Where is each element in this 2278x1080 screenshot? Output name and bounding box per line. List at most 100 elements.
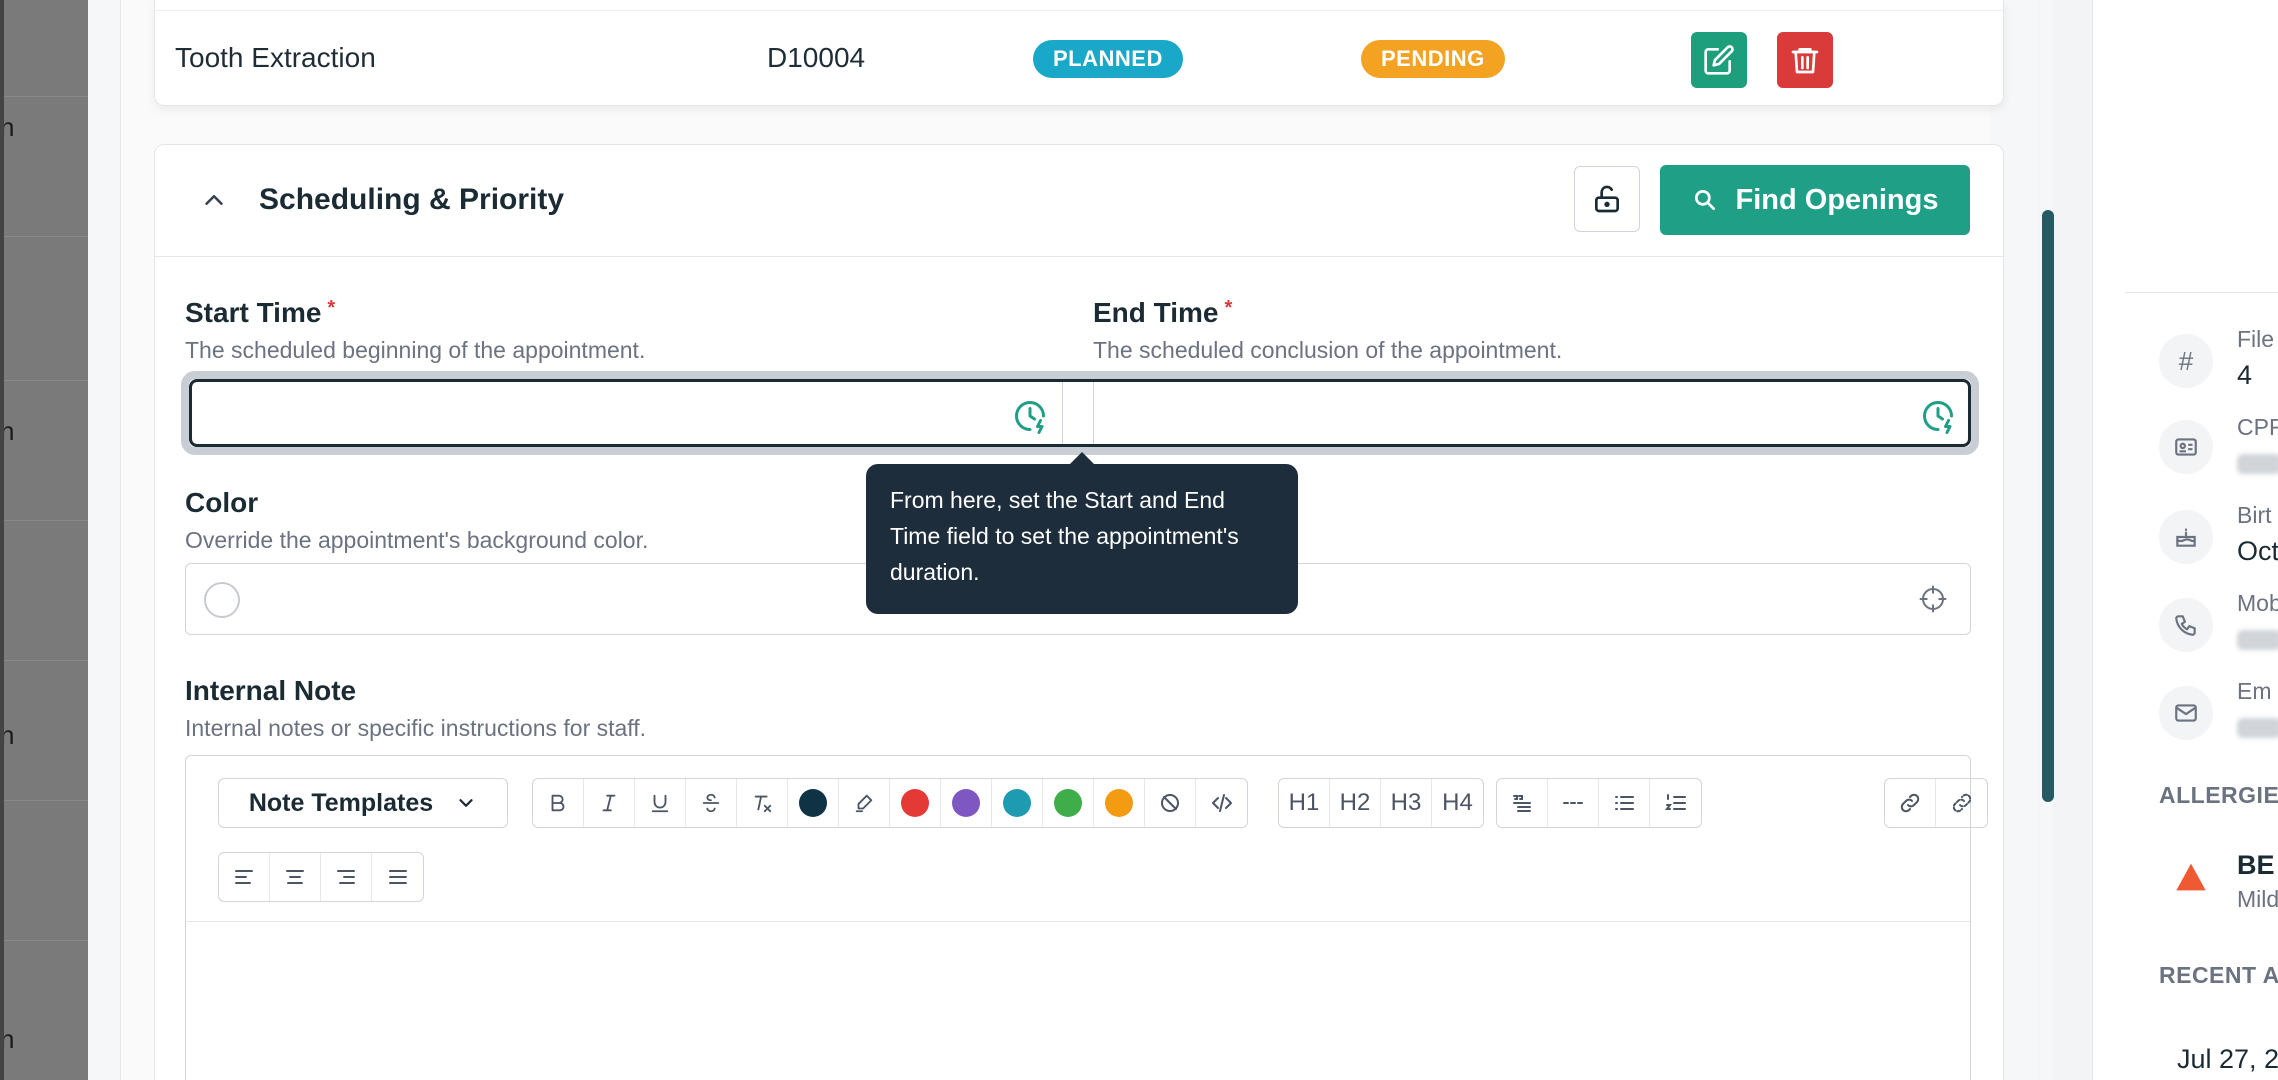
text-color-dark[interactable] xyxy=(788,779,839,827)
link-button[interactable] xyxy=(1885,779,1936,827)
window-edge xyxy=(0,0,4,1080)
phone-icon xyxy=(2159,598,2213,652)
text-color-red[interactable] xyxy=(890,779,941,827)
color-dot xyxy=(799,789,827,817)
note-templates-label: Note Templates xyxy=(248,788,434,817)
cake-icon xyxy=(2159,510,2213,564)
birthdate-value: Oct xyxy=(2237,536,2278,566)
strikethrough-icon xyxy=(702,793,720,813)
file-label: File xyxy=(2237,326,2275,352)
rich-text-editor: Note Templates H1 H2 H3 H4 xyxy=(185,755,1988,1080)
end-time-label: End Time * xyxy=(1093,297,1232,329)
panel-divider xyxy=(2125,292,2278,293)
status-badge: PLANNED xyxy=(1033,40,1183,78)
start-time-input[interactable] xyxy=(192,382,1062,444)
start-time-description: The scheduled beginning of the appointme… xyxy=(185,337,646,363)
align-center-icon xyxy=(286,870,304,884)
internal-note-label: Internal Note xyxy=(185,675,357,706)
blockquote-button[interactable] xyxy=(1497,779,1548,827)
text-color-orange[interactable] xyxy=(1094,779,1145,827)
unlink-button[interactable] xyxy=(1936,779,1987,827)
align-justify-icon xyxy=(388,870,407,884)
bullet-list-icon xyxy=(1615,796,1634,810)
cpr-label: CPR xyxy=(2237,414,2278,440)
time-separator xyxy=(1062,382,1094,444)
text-color-purple[interactable] xyxy=(941,779,992,827)
quote-icon xyxy=(1513,795,1531,812)
chevron-up-icon[interactable] xyxy=(199,185,229,215)
align-right-icon xyxy=(337,870,355,884)
lock-toggle-button[interactable] xyxy=(1574,166,1640,232)
heading-1-button[interactable]: H1 xyxy=(1279,779,1330,827)
approval-badge: PENDING xyxy=(1361,40,1505,78)
remove-color-button[interactable] xyxy=(1145,779,1196,827)
recent-appointment-date[interactable]: Jul 27, 2 xyxy=(2177,1044,2278,1075)
text-color-teal[interactable] xyxy=(992,779,1043,827)
note-templates-dropdown[interactable]: Note Templates xyxy=(218,778,508,828)
bold-button[interactable] xyxy=(533,779,584,827)
find-openings-label: Find Openings xyxy=(1735,183,1939,216)
mail-icon xyxy=(2159,686,2213,740)
internal-note-description: Internal notes or specific instructions … xyxy=(185,715,647,741)
ordered-list-icon xyxy=(1664,794,1686,810)
color-dot xyxy=(1105,789,1133,817)
align-right-button[interactable] xyxy=(321,853,372,901)
hash-icon: # xyxy=(2159,334,2213,388)
horizontal-rule-button[interactable] xyxy=(1548,779,1599,827)
end-time-input[interactable] xyxy=(1094,382,1974,444)
clear-format-button[interactable] xyxy=(737,779,788,827)
email-label: Em xyxy=(2237,678,2272,704)
guide-tooltip: From here, set the Start and End Time fi… xyxy=(866,464,1298,614)
text-color-green[interactable] xyxy=(1043,779,1094,827)
note-content-area[interactable] xyxy=(186,922,1970,1080)
find-openings-button[interactable]: Find Openings xyxy=(1660,165,1970,235)
start-time-label-text: Start Time xyxy=(185,297,322,328)
tooltip-arrow xyxy=(1070,452,1094,464)
ordered-list-button[interactable] xyxy=(1650,779,1701,827)
color-dot xyxy=(952,789,980,817)
warning-triangle-icon xyxy=(2176,863,2206,891)
clear-format-icon xyxy=(754,795,772,813)
trash-icon xyxy=(1791,48,1819,74)
file-value: 4 xyxy=(2237,360,2253,390)
highlight-button[interactable] xyxy=(839,779,890,827)
code-button[interactable] xyxy=(1196,779,1247,827)
edit-button[interactable] xyxy=(1691,32,1747,88)
procedure-code: D10004 xyxy=(767,42,866,73)
italic-icon xyxy=(602,794,616,812)
color-label: Color xyxy=(185,487,259,518)
color-swatch[interactable] xyxy=(204,582,240,618)
mobile-label: Mob xyxy=(2237,590,2278,616)
patient-info-panel: # File 4 CPR Birt Oct Mob Em ALLERGIES B… xyxy=(2092,0,2278,1080)
crosshair-icon[interactable] xyxy=(1918,584,1948,614)
clock-icon[interactable] xyxy=(1920,398,1956,434)
required-marker: * xyxy=(327,297,336,319)
cpr-value-redacted xyxy=(2237,454,2278,474)
edit-icon xyxy=(1704,45,1734,75)
italic-button[interactable] xyxy=(584,779,635,827)
color-description: Override the appointment's background co… xyxy=(185,527,649,553)
time-range-input xyxy=(181,371,1979,455)
clock-icon[interactable] xyxy=(1012,398,1048,434)
align-left-button[interactable] xyxy=(219,853,270,901)
heading-2-button[interactable]: H2 xyxy=(1330,779,1381,827)
search-icon xyxy=(1694,189,1715,211)
align-center-button[interactable] xyxy=(270,853,321,901)
delete-button[interactable] xyxy=(1777,32,1833,88)
heading-3-button[interactable]: H3 xyxy=(1381,779,1432,827)
strikethrough-button[interactable] xyxy=(686,779,737,827)
allergy-severity: Mild xyxy=(2237,886,2278,912)
heading-4-button[interactable]: H4 xyxy=(1432,779,1483,827)
align-justify-button[interactable] xyxy=(372,853,423,901)
time-range-inner xyxy=(189,379,1971,447)
horizontal-rule-icon xyxy=(1563,802,1583,804)
allergies-heading: ALLERGIES xyxy=(2159,782,2278,808)
format-toolbar-group xyxy=(532,778,1248,828)
chevron-down-icon xyxy=(459,799,473,807)
allergy-name: BE xyxy=(2237,850,2275,880)
underline-button[interactable] xyxy=(635,779,686,827)
color-dot xyxy=(901,789,929,817)
scrollbar-thumb[interactable] xyxy=(2042,210,2054,802)
recent-appointments-heading: RECENT A xyxy=(2159,962,2278,988)
bullet-list-button[interactable] xyxy=(1599,779,1650,827)
